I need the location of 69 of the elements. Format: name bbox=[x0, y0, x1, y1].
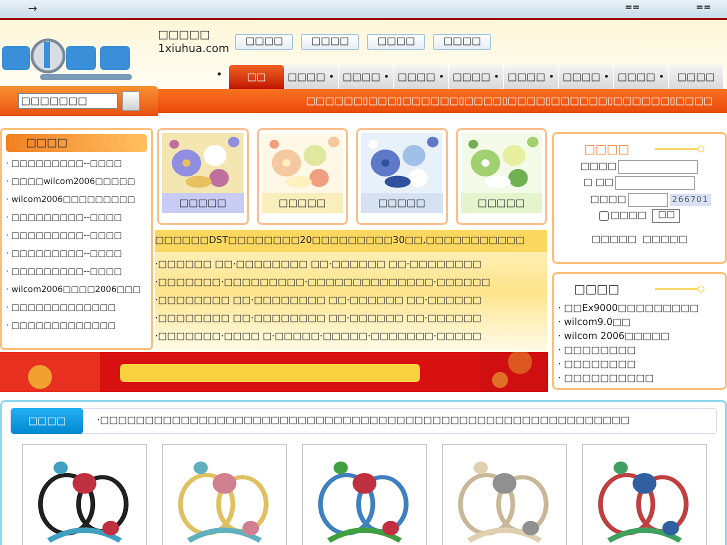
news-link[interactable]: · wilcom9.0□□ bbox=[558, 316, 721, 328]
nav-tab[interactable]: □□ bbox=[229, 65, 284, 89]
nav-tab[interactable]: □□□□ • bbox=[449, 65, 504, 89]
category-link[interactable]: · □□□□□□□□□--□□□□ bbox=[6, 158, 122, 171]
notice-links[interactable]: ·□□□□□□□·□□□□ □·□□□□□·□□□□□·□□□□□□□·□□□□□ bbox=[155, 330, 547, 343]
scrolling-text: ·□□□□□□□□□□□□□□□□□□□□□□□□□□□□□□□□□□□□□□□□□□□□□□□□□□□□□□□□□□□ bbox=[97, 414, 630, 428]
divider-ornament-icon bbox=[655, 285, 706, 293]
login-title: □□□□ bbox=[584, 141, 630, 158]
category-link[interactable]: · wilcom2006□□□□□□□□□ bbox=[6, 194, 136, 207]
field-label: □□□□ bbox=[590, 192, 626, 206]
notice-heading: □□□□□□DST□□□□□□□□20□□□□□□□□□30□□,□□□□□□□□□□□ bbox=[155, 234, 524, 248]
header-button[interactable]: □□□□ bbox=[301, 34, 360, 50]
login-link[interactable]: □□□□□ bbox=[642, 233, 688, 248]
login-link[interactable]: □□□□□ bbox=[592, 233, 636, 248]
login-field[interactable] bbox=[618, 160, 698, 174]
arrow-link[interactable]: → bbox=[28, 0, 38, 18]
category-card[interactable]: □□□□□ bbox=[356, 128, 448, 225]
header-button[interactable]: □□□□ bbox=[433, 34, 492, 50]
nav-tab[interactable]: □□□□ • bbox=[339, 65, 394, 89]
nav-tab[interactable]: □□□□ bbox=[669, 65, 724, 89]
category-card[interactable]: □□□□□ bbox=[256, 128, 348, 225]
notice-links[interactable]: ·□□□□□□□·□□□□□□□□□·□□□□□□□□□□□□□□·□□□□□□ bbox=[155, 276, 547, 289]
notice-links[interactable]: ·□□□□□□□□ □□·□□□□□□□□ □□·□□□□□□ □□·□□□□□□ bbox=[155, 294, 547, 307]
card-caption: □□□□□ bbox=[162, 193, 244, 213]
nav-tab[interactable]: □□□□ • bbox=[284, 65, 339, 89]
category-link[interactable]: · □□□□□□□□□--□□□□ bbox=[6, 230, 122, 243]
category-link[interactable]: · □□□□□□□□□□□□□ bbox=[6, 302, 116, 315]
notice-links[interactable]: ·□□□□□□□□ □□·□□□□□□□□ □□·□□□□□□ □□·□□□□□□ bbox=[155, 312, 547, 325]
nav-tab[interactable]: □□□□ • bbox=[394, 65, 449, 89]
notice-links[interactable]: ·□□□□□□ □□·□□□□□□□□ □□·□□□□□□ □□·□□□□□□□□ bbox=[155, 258, 547, 271]
news-title: □□□□ bbox=[574, 281, 620, 298]
card-caption: □□□□□ bbox=[460, 193, 542, 213]
category-link[interactable]: · □□□□□□□□□--□□□□ bbox=[6, 248, 122, 261]
divider-ornament-icon bbox=[655, 145, 706, 153]
search-button[interactable] bbox=[122, 91, 140, 111]
captcha-code: 266701 bbox=[670, 194, 711, 206]
remember-checkbox[interactable] bbox=[598, 210, 609, 221]
header-button[interactable]: □□□□ bbox=[367, 34, 426, 50]
top-link[interactable]: == bbox=[624, 2, 640, 16]
category-link[interactable]: · wilcom2006□□□□2006□□□ bbox=[6, 284, 141, 297]
field-label: □ □□ bbox=[584, 176, 614, 190]
news-link[interactable]: · □□□□□□□□□□ bbox=[558, 372, 721, 384]
site-name: □□□□□ bbox=[158, 28, 211, 42]
category-link[interactable]: · □□□□□□□□□--□□□□ bbox=[6, 266, 122, 279]
nav-dot: • bbox=[216, 66, 224, 82]
login-field[interactable] bbox=[615, 176, 696, 190]
category-card[interactable]: □□□□□ bbox=[456, 128, 547, 225]
news-link[interactable]: · □□□□□□□□ bbox=[558, 344, 721, 356]
news-link[interactable]: · wilcom 2006□□□□□ bbox=[558, 330, 721, 342]
nav-tab[interactable]: □□□□ • bbox=[504, 65, 559, 89]
panel-title: □□□□ bbox=[26, 134, 68, 151]
category-link[interactable]: · □□□□□□□□□□□□□ bbox=[6, 320, 116, 333]
header-button[interactable]: □□□□ bbox=[235, 34, 294, 50]
news-link[interactable]: · □□□□□□□□ bbox=[558, 358, 721, 370]
nav-tab[interactable]: □□□□ • bbox=[559, 65, 614, 89]
card-caption: □□□□□ bbox=[361, 193, 442, 213]
nav-tab[interactable]: □□□□ • bbox=[614, 65, 669, 89]
field-label: □□□□ bbox=[580, 160, 616, 174]
category-link[interactable]: · □□□□wilcom2006□□□□□ bbox=[6, 176, 136, 189]
category-link[interactable]: · □□□□□□□□□--□□□□ bbox=[6, 212, 122, 225]
login-button[interactable]: □□ bbox=[652, 208, 680, 223]
card-caption: □□□□□ bbox=[262, 193, 343, 213]
category-card[interactable]: □□□□□ bbox=[157, 128, 248, 225]
search-field[interactable]: □□□□□□□ bbox=[18, 93, 118, 109]
top-link[interactable]: == bbox=[696, 2, 711, 16]
site-domain: 1xiuhua.com bbox=[158, 42, 230, 56]
remember-label: □□□□ bbox=[610, 208, 646, 223]
code-field[interactable] bbox=[628, 192, 668, 207]
news-link[interactable]: · □□Ex9000□□□□□□□□□ bbox=[558, 302, 721, 314]
